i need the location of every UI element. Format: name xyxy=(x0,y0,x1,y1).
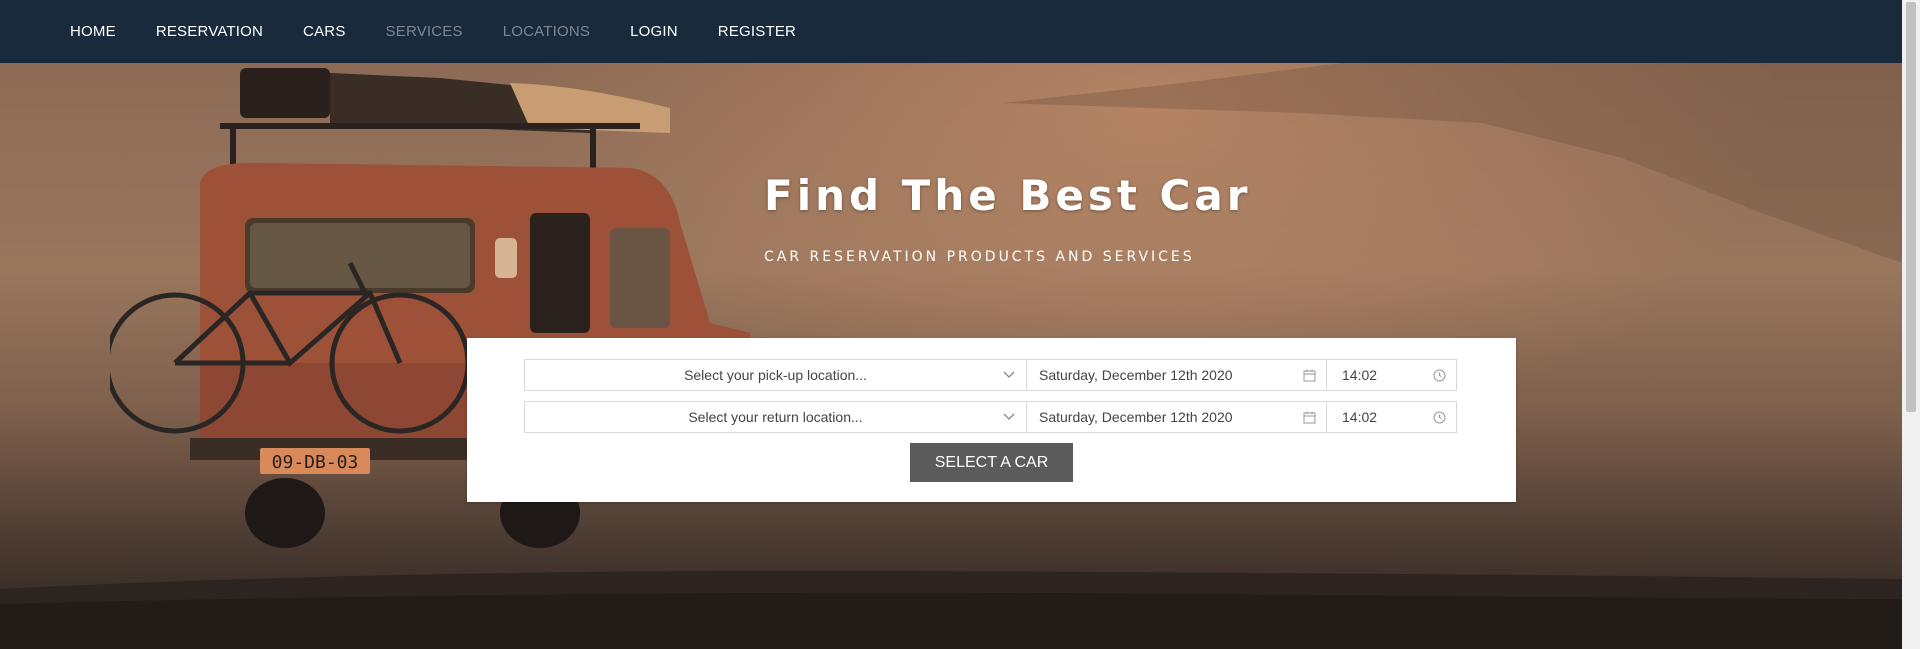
return-date-field[interactable]: Saturday, December 12th 2020 xyxy=(1026,401,1327,433)
reservation-form: Select your pick-up location... Saturday… xyxy=(467,338,1516,502)
calendar-icon xyxy=(1302,368,1316,382)
select-car-button[interactable]: SELECT A CAR xyxy=(910,443,1073,482)
clock-icon xyxy=(1432,410,1446,424)
return-date-text: Saturday, December 12th 2020 xyxy=(1039,409,1233,425)
nav-locations[interactable]: LOCATIONS xyxy=(503,23,590,40)
hero-subtitle: CAR RESERVATION PRODUCTS AND SERVICES xyxy=(764,249,1195,265)
pickup-location-text: Select your pick-up location... xyxy=(684,367,867,383)
pickup-time-field[interactable]: 14:02 xyxy=(1326,359,1457,391)
scrollbar-thumb[interactable] xyxy=(1906,2,1916,412)
pickup-date-text: Saturday, December 12th 2020 xyxy=(1039,367,1233,383)
main-navbar: HOME RESERVATION CARS SERVICES LOCATIONS… xyxy=(0,0,1902,63)
van-illustration: 09-DB-03 xyxy=(110,68,750,548)
nav-register[interactable]: REGISTER xyxy=(718,23,796,40)
return-row: Select your return location... Saturday,… xyxy=(524,401,1457,433)
pickup-row: Select your pick-up location... Saturday… xyxy=(524,359,1457,391)
nav-login[interactable]: LOGIN xyxy=(630,23,678,40)
chevron-down-icon xyxy=(1002,368,1016,382)
pickup-location-select[interactable]: Select your pick-up location... xyxy=(524,359,1027,391)
nav-services[interactable]: SERVICES xyxy=(386,23,463,40)
license-plate-text: 09-DB-03 xyxy=(272,452,359,473)
return-location-select[interactable]: Select your return location... xyxy=(524,401,1027,433)
calendar-icon xyxy=(1302,410,1316,424)
return-location-text: Select your return location... xyxy=(688,409,863,425)
return-time-text: 14:02 xyxy=(1342,409,1378,425)
clock-icon xyxy=(1432,368,1446,382)
return-time-field[interactable]: 14:02 xyxy=(1326,401,1457,433)
page-scrollbar[interactable] xyxy=(1902,0,1920,649)
chevron-down-icon xyxy=(1002,410,1016,424)
nav-home[interactable]: HOME xyxy=(70,23,116,40)
hero-title: Find The Best Car xyxy=(764,171,1252,220)
nav-reservation[interactable]: RESERVATION xyxy=(156,23,263,40)
pickup-date-field[interactable]: Saturday, December 12th 2020 xyxy=(1026,359,1327,391)
pickup-time-text: 14:02 xyxy=(1342,367,1378,383)
nav-cars[interactable]: CARS xyxy=(303,23,345,40)
